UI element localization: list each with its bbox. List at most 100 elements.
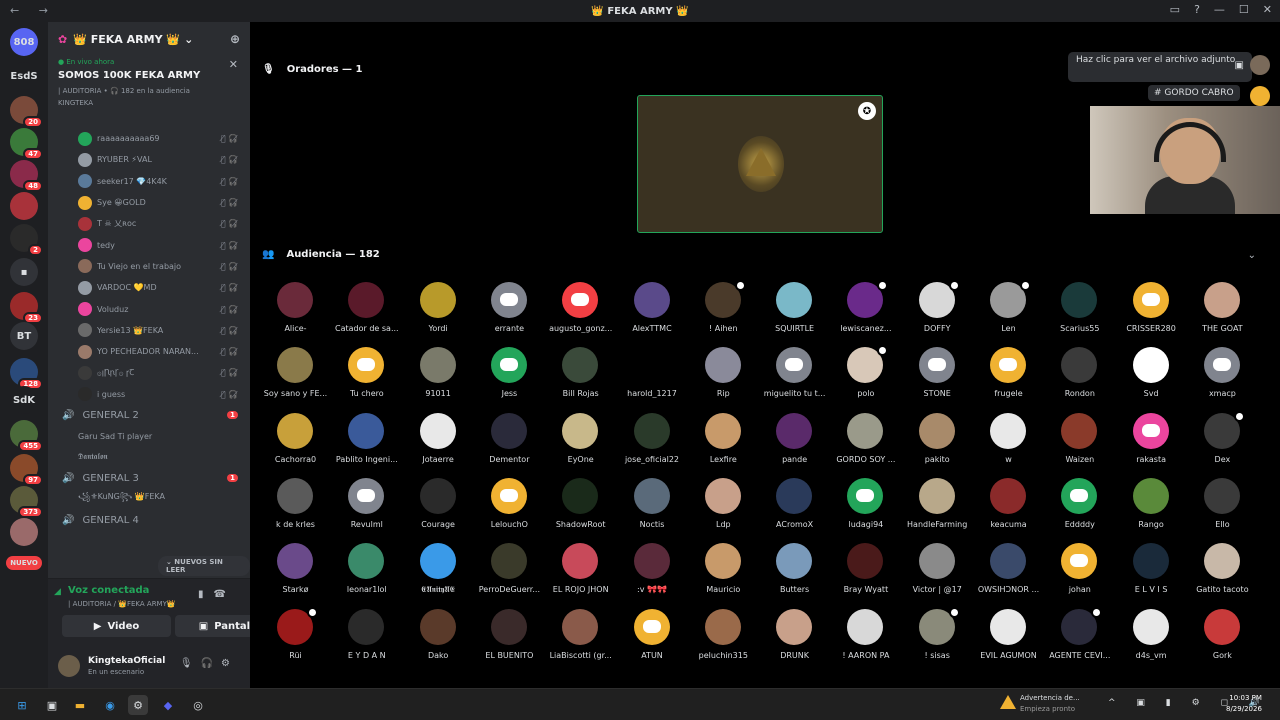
audience-member[interactable]: Revulml xyxy=(331,476,402,538)
live-stage-card[interactable]: ● En vivo ahora SOMOS 100K FEKA ARMY | A… xyxy=(48,56,250,109)
voice-member[interactable]: tedy 🎙̸ 🎧̸ xyxy=(48,234,250,255)
audience-member[interactable]: augusto_gonz... xyxy=(545,280,616,342)
discord-icon[interactable]: ◆ xyxy=(158,695,178,715)
server-icon-0[interactable]: 808 xyxy=(10,28,38,56)
audience-member[interactable]: OWSIHƆNOR ... xyxy=(973,541,1044,603)
audience-member[interactable]: Dako xyxy=(403,607,474,669)
speaker-tile[interactable]: ✪ xyxy=(637,95,883,233)
clock[interactable]: 10:03 PM 8/29/2026 xyxy=(1226,693,1262,715)
attachment-tooltip[interactable]: Haz clic para ver el archivo adjunto ▣ xyxy=(1068,52,1252,82)
app-icon[interactable]: ◎ xyxy=(188,695,208,715)
minimize-icon[interactable]: — xyxy=(1214,3,1225,16)
audience-member[interactable]: Bill Rojas xyxy=(545,345,616,407)
voice-member[interactable]: i guess 🎙̸ 🎧̸ xyxy=(48,384,250,405)
server-header[interactable]: ✿ 👑 FEKA ARMY 👑 ⌄ ⊕ xyxy=(48,22,250,56)
audience-member[interactable]: Pablito Ingeni... xyxy=(331,411,402,473)
audience-member[interactable]: miguelito tu t... xyxy=(759,345,830,407)
audience-member[interactable]: Rondon xyxy=(1044,345,1115,407)
audience-member[interactable]: Mauricio xyxy=(688,541,759,603)
audience-member[interactable]: GORDO SOY ... xyxy=(830,411,901,473)
audience-member[interactable]: DRUNK xyxy=(759,607,830,669)
server-icon-1[interactable]: EsdS xyxy=(10,62,38,90)
voice-member[interactable]: T ☠ 乂ʀᴏᴄ 🎙̸ 🎧̸ xyxy=(48,213,250,234)
voice-member[interactable]: Sye 😀GOLD 🎙̸ 🎧̸ xyxy=(48,192,250,213)
voice-channel[interactable]: 🔊 GENERAL 2 1 xyxy=(48,405,250,426)
webcam-overlay[interactable] xyxy=(1090,106,1280,214)
audience-member[interactable]: Butters xyxy=(759,541,830,603)
audience-member[interactable]: Eddddy xyxy=(1044,476,1115,538)
server-icon-6[interactable]: 2 xyxy=(10,224,43,256)
audience-member[interactable]: pakito xyxy=(902,411,973,473)
audience-member[interactable]: Rüi xyxy=(260,606,331,669)
audience-member[interactable]: 91011 xyxy=(403,345,474,407)
voice-member[interactable]: Yersie13 👑FEKA 🎙̸ 🎧̸ xyxy=(48,320,250,341)
audience-member[interactable]: AlexTTMC xyxy=(617,280,688,342)
edge-icon[interactable]: ◉ xyxy=(100,695,120,715)
avatar[interactable] xyxy=(1250,55,1270,75)
server-icon-5[interactable] xyxy=(10,192,38,220)
server-icon-4[interactable]: 48 xyxy=(10,160,43,192)
server-icon-2[interactable]: 20 xyxy=(10,96,43,128)
audience-member[interactable]: 𝕰𝖀𝖓𝖎𝖙𝖞𝖀𝕰 xyxy=(403,541,474,603)
audience-member[interactable]: DOFFY xyxy=(902,280,973,342)
audience-member[interactable]: ! sisas xyxy=(902,606,973,669)
server-icon-11[interactable]: SdK xyxy=(10,386,38,414)
audience-member[interactable]: EL BUENITO xyxy=(474,607,545,669)
audience-member[interactable]: lewiscanez... xyxy=(830,280,901,342)
audience-member[interactable]: Alice- xyxy=(260,280,331,342)
voice-member[interactable]: YO PECHEADOR NARAN... 🎙̸ 🎧̸ xyxy=(48,341,250,362)
gear-icon[interactable]: ⚙ xyxy=(221,658,238,669)
audience-member[interactable]: jose_oficial22 xyxy=(617,411,688,473)
audience-member[interactable]: E Y D A N xyxy=(331,607,402,669)
audience-member[interactable]: harold_1217 xyxy=(617,345,688,407)
server-icon-8[interactable]: 23 xyxy=(10,292,43,324)
channel-member[interactable]: 𝕯𝖆𝖓𝖙𝖆𝖑𝖔𝖓 xyxy=(48,447,250,468)
unread-pill[interactable]: ⌄ NUEVOS SIN LEER xyxy=(158,556,250,576)
mic-icon[interactable]: 🎙 xyxy=(180,658,201,669)
audience-member[interactable]: AGENTE CEVI... xyxy=(1044,606,1115,669)
audience-member[interactable]: Scarius55 xyxy=(1044,280,1115,342)
audience-member[interactable]: errante xyxy=(474,280,545,342)
avatar[interactable] xyxy=(1250,86,1270,106)
server-icon-9[interactable]: BT xyxy=(10,322,38,350)
task-view-icon[interactable]: ▣ xyxy=(42,695,62,715)
audience-member[interactable]: Noctis xyxy=(617,476,688,538)
audience-member[interactable]: HandleFarming xyxy=(902,476,973,538)
audience-member[interactable]: Victor | @17 xyxy=(902,541,973,603)
audience-member[interactable]: ShadowRoot xyxy=(545,476,616,538)
steam-icon[interactable]: ⚙ xyxy=(128,695,148,715)
audience-member[interactable]: leonar1lol xyxy=(331,541,402,603)
user-controls[interactable]: 🎙🎧⚙ xyxy=(180,658,238,669)
audience-member[interactable]: SQUIRTLE xyxy=(759,280,830,342)
audience-member[interactable]: STONE xyxy=(902,345,973,407)
voice-member[interactable]: Tu Viejo en el trabajo 🎙̸ 🎧̸ xyxy=(48,256,250,277)
audience-member[interactable]: EyOne xyxy=(545,411,616,473)
voice-member[interactable]: raaaaaaaaaa69 🎙̸ 🎧̸ xyxy=(48,128,250,149)
audience-member[interactable]: THE GOAT xyxy=(1187,280,1258,342)
audience-member[interactable]: k de krles xyxy=(260,476,331,538)
audience-member[interactable]: Courage xyxy=(403,476,474,538)
audience-member[interactable]: Rip xyxy=(688,345,759,407)
audience-member[interactable]: CRISSER280 xyxy=(1116,280,1187,342)
audience-member[interactable]: Len xyxy=(973,280,1044,342)
server-icon-12[interactable]: 455 xyxy=(10,420,43,452)
audience-member[interactable]: ludagi94 xyxy=(830,476,901,538)
audience-member[interactable]: E L V I S xyxy=(1116,541,1187,603)
voice-channel[interactable]: 🔊 GENERAL 4 xyxy=(48,510,250,531)
audience-member[interactable]: rakasta xyxy=(1116,411,1187,473)
audience-member[interactable]: ! AARON PA xyxy=(830,607,901,669)
channel-tag[interactable]: # GORDO CABRO xyxy=(1148,85,1240,101)
audience-member[interactable]: Gatito tacoto xyxy=(1187,541,1258,603)
close-icon[interactable]: ✕ xyxy=(229,58,238,71)
audience-member[interactable]: Dementor xyxy=(474,411,545,473)
chevron-down-icon[interactable]: ⌄ xyxy=(1248,250,1256,261)
voice-status[interactable]: Voz conectada xyxy=(68,585,149,596)
inbox-icon[interactable]: ▭ xyxy=(1170,3,1180,16)
audience-member[interactable]: keacuma xyxy=(973,476,1044,538)
audience-member[interactable]: Waizen xyxy=(1044,411,1115,473)
audience-member[interactable]: PerroDeGuerr... xyxy=(474,541,545,603)
voice-member[interactable]: Voluduz 🎙̸ 🎧̸ xyxy=(48,298,250,319)
voice-channel[interactable]: | AUDITORIA / 👑FEKA ARMY👑 xyxy=(68,600,176,608)
audience-member[interactable]: Yordi xyxy=(403,280,474,342)
audience-member[interactable]: Jotaerre xyxy=(403,411,474,473)
